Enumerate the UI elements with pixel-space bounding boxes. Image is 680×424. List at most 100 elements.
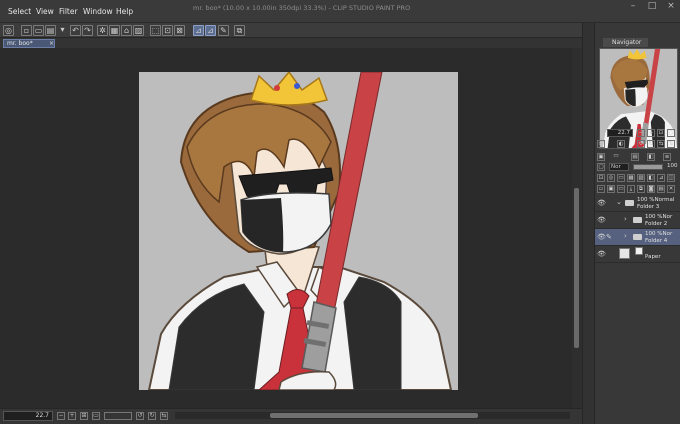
chevron-right-icon[interactable]: ›: [624, 215, 627, 223]
ruler-layer-icon[interactable]: ⊿: [657, 174, 665, 182]
save-icon[interactable]: ▤: [45, 25, 56, 36]
tab-navigator[interactable]: Navigator: [603, 38, 648, 47]
nav-zoom-in-icon[interactable]: +: [647, 129, 655, 137]
vertical-scrollbar[interactable]: [572, 48, 582, 408]
new-folder-icon[interactable]: ▭: [617, 185, 625, 193]
fit-icon[interactable]: ⊞: [80, 412, 88, 420]
lock-transparency-icon[interactable]: ▧: [637, 174, 645, 182]
layer-menu-icon[interactable]: ≡: [663, 153, 671, 161]
layer-color-tab-icon[interactable]: ◧: [647, 153, 655, 161]
flip-icon[interactable]: ⇆: [160, 412, 168, 420]
blend-mode-select[interactable]: Nor: [609, 163, 629, 171]
eye-icon[interactable]: 👁: [597, 250, 606, 258]
app-menu-icon[interactable]: ◎: [3, 25, 14, 36]
settings-gear-icon[interactable]: ✲: [97, 25, 108, 36]
crown: [250, 72, 328, 106]
menu-help[interactable]: Help: [116, 7, 133, 16]
menu-view[interactable]: View: [36, 7, 54, 16]
combine-layer-icon[interactable]: ⧉: [637, 185, 645, 193]
clip-layer-icon[interactable]: ⊡: [597, 174, 605, 182]
snap-ruler-icon[interactable]: ⊿: [193, 25, 204, 36]
layer-row-folder-3[interactable]: 👁 ⌄ 100 %Normal Folder 3: [595, 195, 680, 212]
apply-mask-icon[interactable]: ▤: [657, 185, 665, 193]
transform-icon[interactable]: ⌂: [121, 25, 132, 36]
zoom-in-icon[interactable]: +: [68, 412, 76, 420]
horizontal-scroll-thumb[interactable]: [270, 413, 478, 418]
lock-pixels-icon[interactable]: ▦: [627, 174, 635, 182]
menu-select[interactable]: Select: [8, 7, 31, 16]
artwork-canvas[interactable]: [139, 72, 458, 390]
deselect-icon[interactable]: ⬚: [150, 25, 161, 36]
layer-property-tab-icon[interactable]: ▣: [597, 153, 605, 161]
tab-close-icon[interactable]: ×: [49, 40, 54, 47]
vest-right: [343, 276, 402, 390]
pen-icon: ✎: [606, 233, 612, 241]
layer-panel-tab-icon[interactable]: ▤: [631, 153, 639, 161]
new-file-icon[interactable]: ▫: [21, 25, 32, 36]
new-vector-layer-icon[interactable]: ▣: [607, 185, 615, 193]
open-file-icon[interactable]: ▭: [33, 25, 44, 36]
layer-opacity-blend: 100 %Nor: [645, 214, 673, 220]
layer-row-paper[interactable]: 👁 Paper: [595, 246, 680, 263]
rotate-left-icon[interactable]: ↺: [136, 412, 144, 420]
chevron-right-icon[interactable]: ›: [624, 232, 627, 240]
layer-search-tab-icon[interactable]: ▭: [609, 153, 623, 161]
save-dropdown-icon[interactable]: ▾: [57, 25, 68, 36]
invert-selection-icon[interactable]: ⊠: [174, 25, 185, 36]
fill-icon[interactable]: ▦: [109, 25, 120, 36]
pen-icon[interactable]: ✎: [218, 25, 229, 36]
layer-lock-icon[interactable]: ▢: [597, 163, 605, 171]
new-raster-layer-icon[interactable]: ▫: [597, 185, 605, 193]
undo-icon[interactable]: ↶: [70, 25, 81, 36]
navigator-rotate-row: ▭ ◐ ↺ ↻ ⇆ ⇅: [597, 140, 679, 150]
eye-icon[interactable]: 👁: [597, 233, 606, 241]
actual-size-icon[interactable]: ▭: [92, 412, 100, 420]
layer-row-folder-2[interactable]: 👁 › 100 %Nor Folder 2: [595, 212, 680, 229]
redo-icon[interactable]: ↷: [82, 25, 93, 36]
layer-row-folder-4[interactable]: 👁 ✎ › 100 %Nor Folder 4: [595, 229, 680, 246]
layer-option-icon[interactable]: ⧉: [234, 25, 245, 36]
minimize-button[interactable]: –: [624, 0, 642, 12]
menu-filter[interactable]: Filter: [59, 7, 78, 16]
nav-flip-h-icon[interactable]: ⇆: [657, 140, 665, 148]
layer-name: Folder 2: [645, 221, 668, 227]
delete-layer-icon[interactable]: ✕: [667, 185, 675, 193]
layer-panel-tabs: ▣ ▭ ▤ ◧ ≡: [597, 153, 679, 163]
create-mask-icon[interactable]: ◙: [647, 185, 655, 193]
eye-icon[interactable]: 👁: [597, 216, 606, 224]
layer-opacity-blend: 100 %Normal: [637, 197, 675, 203]
draft-layer-icon[interactable]: ▭: [617, 174, 625, 182]
close-button[interactable]: ×: [662, 0, 680, 12]
nav-reset-icon[interactable]: ◐: [617, 140, 625, 148]
nav-fit-icon[interactable]: ⊡: [657, 129, 665, 137]
layer-tool-row-1: ⊡ ◎ ▭ ▦ ▧ ◧ ⊿ ◫: [597, 174, 679, 184]
menu-window[interactable]: Window: [83, 7, 113, 16]
nav-rotate-right-icon[interactable]: ↻: [647, 140, 655, 148]
transfer-down-icon[interactable]: ⤓: [627, 185, 635, 193]
chevron-down-icon[interactable]: ⌄: [616, 198, 622, 206]
nav-flip-v-icon[interactable]: ⇅: [667, 140, 675, 148]
nav-rotate-left-icon[interactable]: ↺: [637, 140, 645, 148]
layer-color-icon[interactable]: ◫: [667, 174, 675, 182]
eye-icon[interactable]: 👁: [597, 199, 606, 207]
navigator-zoom-input[interactable]: 22.7: [607, 129, 633, 137]
horizontal-scrollbar[interactable]: [175, 412, 570, 419]
snap-special-ruler-icon[interactable]: ⊿: [205, 25, 216, 36]
rotate-right-icon[interactable]: ↻: [148, 412, 156, 420]
maximize-button[interactable]: □: [643, 0, 661, 12]
zoom-input[interactable]: 22.7: [3, 411, 53, 421]
zoom-out-icon[interactable]: −: [57, 412, 65, 420]
reference-layer-icon[interactable]: ◎: [607, 174, 615, 182]
clear-icon[interactable]: ▨: [133, 25, 144, 36]
crop-icon[interactable]: ⊡: [162, 25, 173, 36]
status-bar: 22.7 − + ⊞ ▭ ↺ ↻ ⇆: [0, 408, 582, 424]
nav-rotate-input-icon[interactable]: ▭: [597, 140, 605, 148]
nav-zoom-out-icon[interactable]: −: [637, 129, 645, 137]
panel-collapse-strip[interactable]: [583, 23, 595, 424]
document-tab[interactable]: mr. boo* ×: [3, 39, 55, 48]
rotation-input[interactable]: [104, 412, 132, 420]
vertical-scroll-thumb[interactable]: [574, 188, 579, 348]
nav-circle-icon[interactable]: ○: [667, 129, 675, 137]
mask-icon[interactable]: ◧: [647, 174, 655, 182]
opacity-slider[interactable]: [633, 164, 663, 170]
